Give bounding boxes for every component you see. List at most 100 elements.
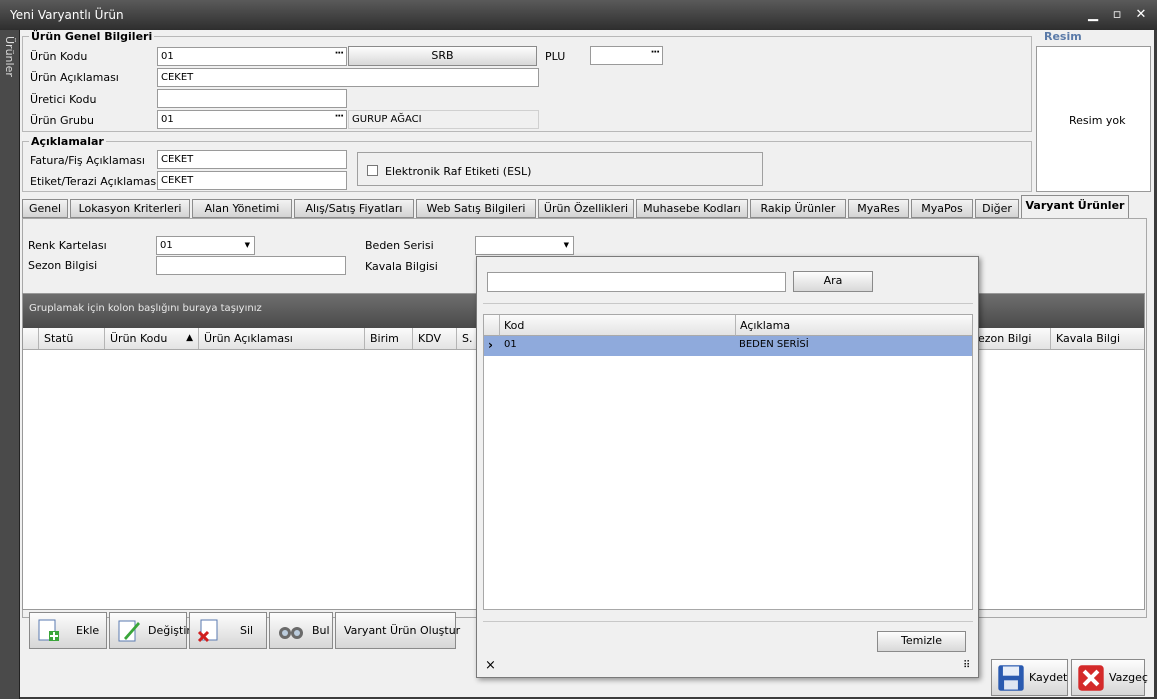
binoculars-icon <box>279 627 303 639</box>
tab-fiyatlar[interactable]: Alış/Satış Fiyatları <box>294 199 414 218</box>
maximize-button[interactable]: ▫ <box>1106 6 1128 24</box>
save-label: Kaydet <box>1029 671 1068 684</box>
size-select[interactable]: ▼ <box>475 236 574 255</box>
color-select[interactable]: 01 ▼ <box>156 236 255 255</box>
find-label: Bul <box>312 624 330 637</box>
delete-doc-icon <box>197 619 218 643</box>
season-label: Sezon Bilgisi <box>28 259 98 272</box>
add-doc-icon <box>38 619 59 641</box>
col-kavala[interactable]: Kavala Bilgi <box>1051 328 1145 349</box>
maker-label: Üretici Kodu <box>30 93 97 106</box>
cancel-button[interactable]: Vazgeç <box>1071 659 1148 696</box>
col-code[interactable]: Ürün Kodu ▲ <box>105 328 199 349</box>
col-desc[interactable]: Ürün Açıklaması <box>199 328 365 349</box>
general-title: Ürün Genel Bilgileri <box>29 30 155 43</box>
product-image[interactable]: Resim yok <box>1036 46 1151 192</box>
ellipsis-icon[interactable]: ··· <box>335 48 344 59</box>
tab-genel[interactable]: Genel <box>22 199 68 218</box>
edit-doc-icon <box>118 620 140 642</box>
tab-varyant[interactable]: Varyant Ürünler <box>1021 195 1129 218</box>
side-tab-products[interactable]: Ürünler <box>0 30 20 699</box>
tab-lokasyon[interactable]: Lokasyon Kriterleri <box>70 199 190 218</box>
delete-label: Sil <box>240 624 254 637</box>
popup-divider <box>483 303 973 304</box>
col-season[interactable]: ezon Bilgi <box>973 328 1051 349</box>
find-button[interactable]: Bul <box>269 612 333 649</box>
popup-row-code: 01 <box>504 339 517 350</box>
create-variant-button[interactable]: Varyant Ürün Oluştur <box>335 612 460 649</box>
plu-label: PLU <box>545 50 566 63</box>
tab-ozellikler[interactable]: Ürün Özellikleri <box>538 199 634 218</box>
resize-grip-icon[interactable]: ⠿ <box>963 660 970 671</box>
add-button[interactable]: Ekle <box>29 612 107 649</box>
srb-button[interactable]: SRB <box>348 46 537 66</box>
col-unit[interactable]: Birim <box>365 328 413 349</box>
popup-col-code[interactable]: Kod <box>500 315 736 336</box>
chevron-down-icon: ▼ <box>244 241 250 249</box>
cancel-label: Vazgeç <box>1109 671 1148 684</box>
ellipsis-icon[interactable]: ··· <box>651 47 660 58</box>
tag-label: Etiket/Terazi Açıklaması <box>30 175 160 188</box>
tab-diger[interactable]: Diğer <box>975 199 1019 218</box>
plu-input[interactable]: ··· <box>590 46 663 65</box>
tab-myares[interactable]: MyaRes <box>848 199 909 218</box>
desc-input[interactable]: CEKET <box>157 68 539 87</box>
add-label: Ekle <box>76 624 100 637</box>
side-tab-label: Ürünler <box>3 36 16 77</box>
popup-grid: Kod Açıklama › 01 BEDEN SERİSİ <box>483 314 973 610</box>
invoice-label: Fatura/Fiş Açıklaması <box>30 154 145 167</box>
lookup-popup: Ara Kod Açıklama › 01 BEDEN SERİSİ Temiz… <box>476 256 979 678</box>
tab-strip: Genel Lokasyon Kriterleri Alan Yönetimi … <box>20 195 1154 218</box>
tab-web[interactable]: Web Satış Bilgileri <box>416 199 536 218</box>
save-icon <box>998 665 1024 691</box>
group-input[interactable]: 01 ··· <box>157 110 347 129</box>
edit-button[interactable]: Değiştir <box>109 612 191 649</box>
image-placeholder: Resim yok <box>1069 114 1126 127</box>
col-vat[interactable]: KDV <box>413 328 457 349</box>
tab-muhasebe[interactable]: Muhasebe Kodları <box>636 199 748 218</box>
col-status[interactable]: Statü <box>39 328 105 349</box>
window-title: Yeni Varyantlı Ürün <box>10 8 124 22</box>
cancel-icon <box>1078 665 1104 691</box>
group-value: 01 <box>161 114 174 125</box>
popup-indicator-col <box>484 315 500 336</box>
desc-label: Ürün Açıklaması <box>30 71 119 84</box>
save-button[interactable]: Kaydet <box>991 659 1068 696</box>
tag-input[interactable]: CEKET <box>157 171 347 190</box>
kavala-label: Kavala Bilgisi <box>365 260 438 273</box>
esl-box: Elektronik Raf Etiketi (ESL) <box>357 152 763 186</box>
maker-input[interactable] <box>157 89 347 108</box>
popup-search-input[interactable] <box>487 272 786 292</box>
popup-col-desc[interactable]: Açıklama <box>736 315 972 336</box>
sort-asc-icon: ▲ <box>186 333 193 343</box>
popup-row[interactable]: › 01 BEDEN SERİSİ <box>484 336 972 356</box>
ellipsis-icon[interactable]: ··· <box>335 111 344 122</box>
popup-close-icon[interactable]: × <box>485 658 496 673</box>
popup-divider-bottom <box>483 621 973 622</box>
esl-label: Elektronik Raf Etiketi (ESL) <box>385 165 532 178</box>
season-input[interactable] <box>156 256 346 275</box>
image-title: Resim <box>1042 30 1084 43</box>
edit-label: Değiştir <box>148 624 191 637</box>
popup-row-desc: BEDEN SERİSİ <box>739 339 809 350</box>
popup-search-button[interactable]: Ara <box>793 271 873 292</box>
tab-alan[interactable]: Alan Yönetimi <box>192 199 292 218</box>
minimize-button[interactable]: ▁ <box>1082 6 1104 24</box>
popup-clear-button[interactable]: Temizle <box>877 631 966 652</box>
row-indicator-col <box>23 328 39 349</box>
tab-rakip[interactable]: Rakip Ürünler <box>750 199 846 218</box>
chevron-down-icon: ▼ <box>563 241 569 249</box>
descriptions-title: Açıklamalar <box>29 135 106 148</box>
delete-button[interactable]: Sil <box>189 612 267 649</box>
invoice-input[interactable]: CEKET <box>157 150 347 169</box>
color-label: Renk Kartelası <box>28 239 107 252</box>
general-group: Ürün Genel Bilgileri Ürün Kodu 01 ··· SRB… <box>22 30 1032 132</box>
esl-checkbox[interactable] <box>367 165 378 176</box>
col-code-label: Ürün Kodu <box>110 332 168 345</box>
tab-myapos[interactable]: MyaPos <box>911 199 973 218</box>
code-input[interactable]: 01 ··· <box>157 47 347 66</box>
col-s[interactable]: S. <box>457 328 477 349</box>
close-button[interactable]: ✕ <box>1130 6 1152 24</box>
window-titlebar: Yeni Varyantlı Ürün ▁ ▫ ✕ <box>0 0 1157 30</box>
descriptions-group: Açıklamalar Fatura/Fiş Açıklaması CEKET … <box>22 135 1032 192</box>
